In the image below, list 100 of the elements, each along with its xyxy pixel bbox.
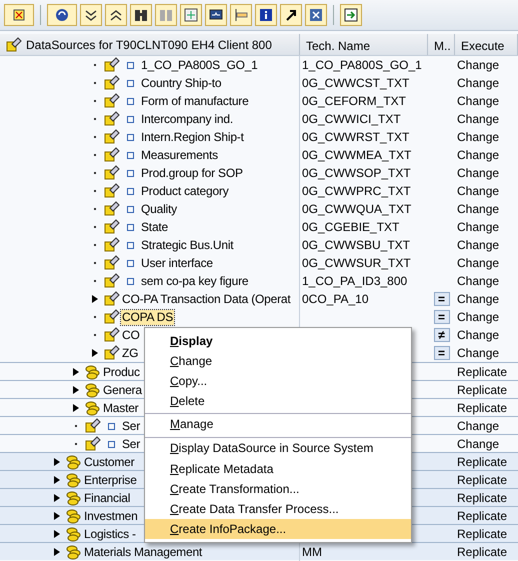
expand-arrow-icon[interactable] xyxy=(54,512,60,520)
flag-icon xyxy=(233,7,249,23)
expand-button[interactable] xyxy=(80,4,102,26)
column-header[interactable]: Tech. Name xyxy=(300,34,428,55)
tech-name-cell-text: MM xyxy=(301,544,323,561)
tree-node[interactable]: Measurements xyxy=(140,148,219,162)
menu-item[interactable]: Delete xyxy=(145,391,411,411)
expand-arrow-icon[interactable] xyxy=(92,295,98,303)
match-indicator: ≠ xyxy=(434,328,450,342)
menu-item[interactable]: Display xyxy=(145,331,411,351)
monitor-button[interactable] xyxy=(205,4,227,26)
menu-item[interactable]: Manage xyxy=(145,413,411,435)
expand-arrow-icon[interactable] xyxy=(73,386,79,394)
action-cell-text: Change xyxy=(456,219,500,236)
tree-node[interactable]: sem co-pa key figure xyxy=(140,274,250,288)
info-icon xyxy=(258,7,274,23)
collapse-button[interactable] xyxy=(105,4,127,26)
tree-node[interactable]: Ser xyxy=(121,418,142,434)
action-cell-text: Replicate xyxy=(456,508,508,525)
info-button[interactable] xyxy=(255,4,277,26)
refresh-icon xyxy=(54,7,70,23)
menu-item[interactable]: Create InfoPackage... xyxy=(145,519,411,539)
tree-node[interactable]: 1_CO_PA800S_GO_1 xyxy=(140,58,259,72)
action-cell-text: Change xyxy=(456,165,500,182)
tech-name-cell-text: 0G_CWWMEA_TXT xyxy=(301,147,412,164)
flag-button[interactable] xyxy=(230,4,252,26)
column-header[interactable]: DataSources for T90CLNT090 EH4 Client 800 xyxy=(0,34,300,55)
tree-node[interactable]: Investmen xyxy=(83,508,139,524)
expand-arrow-icon[interactable] xyxy=(54,530,60,538)
tech-name-cell-text: 0G_CWWQUA_TXT xyxy=(301,201,412,218)
select-button[interactable] xyxy=(4,4,34,26)
action-cell-text: Replicate xyxy=(456,382,508,399)
tree-node[interactable]: Prod.group for SOP xyxy=(140,166,244,180)
expand-arrow-icon[interactable] xyxy=(54,494,60,502)
column-header[interactable]: Execute xyxy=(455,34,518,55)
action-cell-text: Replicate xyxy=(456,490,508,507)
menu-item[interactable]: Create Data Transfer Process... xyxy=(145,499,411,519)
expand-arrow-icon[interactable] xyxy=(73,404,79,412)
action-cell-text: Replicate xyxy=(456,364,508,381)
tree-node[interactable]: Quality xyxy=(140,202,178,216)
tree-node[interactable]: CO xyxy=(121,328,141,342)
match-indicator: = xyxy=(434,346,450,360)
action-cell-text: Change xyxy=(456,418,500,435)
close-button[interactable] xyxy=(305,4,327,26)
refresh-button[interactable] xyxy=(47,4,77,26)
tree-node[interactable]: Strategic Bus.Unit xyxy=(140,238,234,252)
tree-node[interactable]: Ser xyxy=(121,436,142,452)
tree-node[interactable]: State xyxy=(140,220,170,234)
tech-name-cell-text: 0G_CEFORM_TXT xyxy=(301,93,408,110)
action-cell-text: Replicate xyxy=(456,544,508,561)
menu-item[interactable]: Display DataSource in Source System xyxy=(145,437,411,459)
tech-name-cell-text: 0G_CWWSOP_TXT xyxy=(301,165,412,182)
tree-node[interactable]: Form of manufacture xyxy=(140,94,250,108)
expand-arrow-icon[interactable] xyxy=(92,349,98,357)
expand-arrow-icon[interactable] xyxy=(73,368,79,376)
expand-arrow-icon[interactable] xyxy=(54,458,60,466)
tree-node[interactable]: Country Ship-to xyxy=(140,76,222,90)
tree-node[interactable]: Intern.Region Ship-t xyxy=(140,130,245,144)
tech-name-cell-text: 1_CO_PA800S_GO_1 xyxy=(301,57,423,74)
action-cell-text: Replicate xyxy=(456,526,508,543)
tree-node[interactable]: Genera xyxy=(102,382,143,398)
tree-node[interactable]: Materials Management xyxy=(83,544,204,560)
tree-node[interactable]: Master xyxy=(102,400,140,416)
tree-node[interactable]: User interface xyxy=(140,256,214,270)
transfer-button[interactable] xyxy=(340,4,362,26)
tree-node[interactable]: Enterprise xyxy=(83,472,138,488)
action-cell-text: Change xyxy=(456,255,500,272)
action-cell-text: Change xyxy=(456,327,500,344)
tree-node[interactable]: COPA DS xyxy=(121,310,174,324)
action-cell-text: Change xyxy=(456,147,500,164)
match-indicator: = xyxy=(434,310,450,324)
tree-node[interactable]: Intercompany ind. xyxy=(140,112,234,126)
tech-name-cell-text: 0G_CWWSUR_TXT xyxy=(301,255,412,272)
tech-name-cell-text: 0G_CWWSBU_TXT xyxy=(301,237,412,254)
expand-arrow-icon[interactable] xyxy=(54,548,60,556)
tech-name-cell-text: 0G_CWWRST_TXT xyxy=(301,129,410,146)
menu-item[interactable]: Replicate Metadata xyxy=(145,459,411,479)
tree-node[interactable]: Financial xyxy=(83,490,132,506)
tree-node[interactable]: ZG xyxy=(121,346,140,360)
tree-node[interactable]: Produc xyxy=(102,364,141,380)
action-cell-text: Change xyxy=(456,237,500,254)
menu-item[interactable]: Copy... xyxy=(145,371,411,391)
select-icon xyxy=(11,7,27,23)
action-cell-text: Change xyxy=(456,291,500,308)
tech-name-cell-text: 0G_CGEBIE_TXT xyxy=(301,219,400,236)
action-cell-text: Replicate xyxy=(456,400,508,417)
menu-item[interactable]: Create Transformation... xyxy=(145,479,411,499)
tree-node[interactable]: CO-PA Transaction Data (Operat xyxy=(121,292,292,306)
tech-name-cell-text: 0CO_PA_10 xyxy=(301,291,370,308)
tree-node[interactable]: Logistics - xyxy=(83,526,137,542)
tree-node[interactable]: Customer xyxy=(83,454,136,470)
expand-arrow-icon[interactable] xyxy=(54,476,60,484)
action-cell-text: Change xyxy=(456,201,500,218)
menu-item[interactable]: Change xyxy=(145,351,411,371)
action-cell-text: Change xyxy=(456,345,500,362)
transfer-icon xyxy=(343,7,359,23)
column-header[interactable]: M.. xyxy=(428,34,455,55)
tree-title: DataSources for T90CLNT090 EH4 Client 800 xyxy=(26,36,272,54)
action-cell-text: Change xyxy=(456,93,500,110)
tree-node[interactable]: Product category xyxy=(140,184,230,198)
